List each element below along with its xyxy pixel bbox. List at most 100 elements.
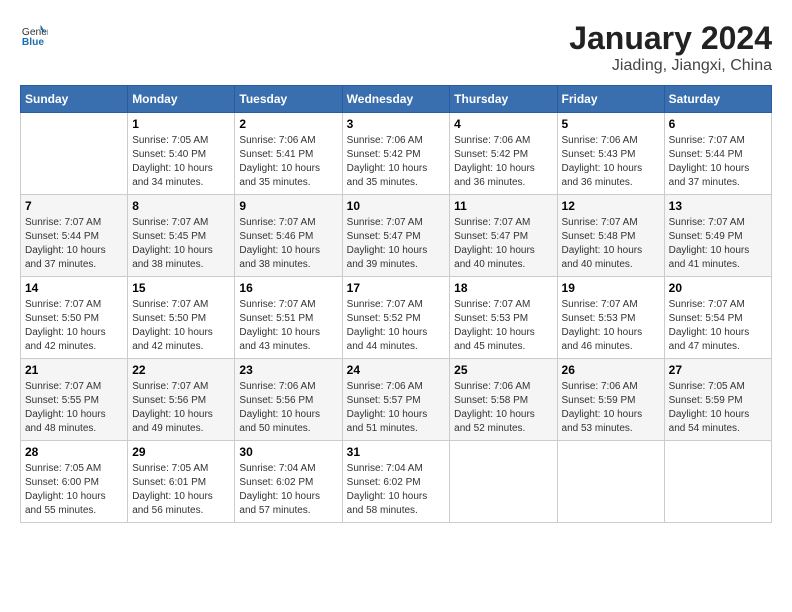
day-cell xyxy=(450,441,557,523)
day-number: 19 xyxy=(562,281,660,295)
day-info: Sunrise: 7:06 AMSunset: 5:43 PMDaylight:… xyxy=(562,134,660,190)
day-info: Sunrise: 7:07 AMSunset: 5:52 PMDaylight:… xyxy=(347,298,446,354)
day-cell xyxy=(557,441,664,523)
day-info: Sunrise: 7:06 AMSunset: 5:58 PMDaylight:… xyxy=(454,380,552,436)
day-cell: 18 Sunrise: 7:07 AMSunset: 5:53 PMDayligh… xyxy=(450,277,557,359)
day-info: Sunrise: 7:07 AMSunset: 5:45 PMDaylight:… xyxy=(132,216,230,272)
day-info: Sunrise: 7:07 AMSunset: 5:50 PMDaylight:… xyxy=(25,298,123,354)
day-info: Sunrise: 7:07 AMSunset: 5:48 PMDaylight:… xyxy=(562,216,660,272)
day-info: Sunrise: 7:07 AMSunset: 5:51 PMDaylight:… xyxy=(239,298,337,354)
day-number: 13 xyxy=(669,199,767,213)
day-info: Sunrise: 7:07 AMSunset: 5:49 PMDaylight:… xyxy=(669,216,767,272)
header-cell-wednesday: Wednesday xyxy=(342,86,450,113)
day-cell xyxy=(664,441,771,523)
day-cell xyxy=(21,113,128,195)
day-cell: 9 Sunrise: 7:07 AMSunset: 5:46 PMDaylight… xyxy=(235,195,342,277)
day-cell: 27 Sunrise: 7:05 AMSunset: 5:59 PMDayligh… xyxy=(664,359,771,441)
logo: General Blue xyxy=(20,20,48,48)
day-cell: 29 Sunrise: 7:05 AMSunset: 6:01 PMDayligh… xyxy=(128,441,235,523)
header-cell-monday: Monday xyxy=(128,86,235,113)
day-cell: 24 Sunrise: 7:06 AMSunset: 5:57 PMDayligh… xyxy=(342,359,450,441)
day-cell: 10Sunrise: 7:07 AMSunset: 5:47 PMDayligh… xyxy=(342,195,450,277)
day-cell: 26 Sunrise: 7:06 AMSunset: 5:59 PMDayligh… xyxy=(557,359,664,441)
day-cell: 14 Sunrise: 7:07 AMSunset: 5:50 PMDayligh… xyxy=(21,277,128,359)
day-number: 26 xyxy=(562,363,660,377)
day-cell: 13 Sunrise: 7:07 AMSunset: 5:49 PMDayligh… xyxy=(664,195,771,277)
day-number: 14 xyxy=(25,281,123,295)
day-number: 17 xyxy=(347,281,446,295)
day-cell: 22Sunrise: 7:07 AMSunset: 5:56 PMDayligh… xyxy=(128,359,235,441)
day-info: Sunrise: 7:07 AMSunset: 5:44 PMDaylight:… xyxy=(25,216,123,272)
day-cell: 30 Sunrise: 7:04 AMSunset: 6:02 PMDayligh… xyxy=(235,441,342,523)
title-block: January 2024 Jiading, Jiangxi, China xyxy=(569,20,772,75)
day-number: 7 xyxy=(25,199,123,213)
day-info: Sunrise: 7:06 AMSunset: 5:41 PMDaylight:… xyxy=(239,134,337,190)
day-cell: 23 Sunrise: 7:06 AMSunset: 5:56 PMDayligh… xyxy=(235,359,342,441)
day-number: 28 xyxy=(25,445,123,459)
day-info: Sunrise: 7:07 AMSunset: 5:44 PMDaylight:… xyxy=(669,134,767,190)
day-cell: 20 Sunrise: 7:07 AMSunset: 5:54 PMDayligh… xyxy=(664,277,771,359)
week-row-3: 14 Sunrise: 7:07 AMSunset: 5:50 PMDayligh… xyxy=(21,277,772,359)
day-info: Sunrise: 7:05 AMSunset: 5:40 PMDaylight:… xyxy=(132,134,230,190)
page-subtitle: Jiading, Jiangxi, China xyxy=(569,57,772,75)
day-info: Sunrise: 7:05 AMSunset: 5:59 PMDaylight:… xyxy=(669,380,767,436)
day-cell: 5 Sunrise: 7:06 AMSunset: 5:43 PMDaylight… xyxy=(557,113,664,195)
day-number: 5 xyxy=(562,117,660,131)
header-cell-saturday: Saturday xyxy=(664,86,771,113)
day-cell: 11 Sunrise: 7:07 AMSunset: 5:47 PMDayligh… xyxy=(450,195,557,277)
header-cell-tuesday: Tuesday xyxy=(235,86,342,113)
day-info: Sunrise: 7:06 AMSunset: 5:57 PMDaylight:… xyxy=(347,380,446,436)
day-cell: 31Sunrise: 7:04 AMSunset: 6:02 PMDayligh… xyxy=(342,441,450,523)
week-row-5: 28Sunrise: 7:05 AMSunset: 6:00 PMDayligh… xyxy=(21,441,772,523)
day-info: Sunrise: 7:07 AMSunset: 5:53 PMDaylight:… xyxy=(562,298,660,354)
day-info: Sunrise: 7:07 AMSunset: 5:50 PMDaylight:… xyxy=(132,298,230,354)
svg-text:Blue: Blue xyxy=(22,37,45,48)
day-number: 31 xyxy=(347,445,446,459)
calendar-table: SundayMondayTuesdayWednesdayThursdayFrid… xyxy=(20,85,772,523)
header-row: SundayMondayTuesdayWednesdayThursdayFrid… xyxy=(21,86,772,113)
day-number: 9 xyxy=(239,199,337,213)
day-info: Sunrise: 7:06 AMSunset: 5:42 PMDaylight:… xyxy=(454,134,552,190)
week-row-4: 21Sunrise: 7:07 AMSunset: 5:55 PMDayligh… xyxy=(21,359,772,441)
day-cell: 1 Sunrise: 7:05 AMSunset: 5:40 PMDaylight… xyxy=(128,113,235,195)
day-number: 23 xyxy=(239,363,337,377)
header-cell-thursday: Thursday xyxy=(450,86,557,113)
day-info: Sunrise: 7:07 AMSunset: 5:55 PMDaylight:… xyxy=(25,380,123,436)
day-info: Sunrise: 7:06 AMSunset: 5:59 PMDaylight:… xyxy=(562,380,660,436)
day-cell: 17 Sunrise: 7:07 AMSunset: 5:52 PMDayligh… xyxy=(342,277,450,359)
page-header: General Blue January 2024 Jiading, Jiang… xyxy=(20,20,772,75)
day-cell: 7 Sunrise: 7:07 AMSunset: 5:44 PMDaylight… xyxy=(21,195,128,277)
day-number: 20 xyxy=(669,281,767,295)
day-info: Sunrise: 7:07 AMSunset: 5:54 PMDaylight:… xyxy=(669,298,767,354)
day-info: Sunrise: 7:06 AMSunset: 5:56 PMDaylight:… xyxy=(239,380,337,436)
day-number: 27 xyxy=(669,363,767,377)
day-number: 8 xyxy=(132,199,230,213)
logo-icon: General Blue xyxy=(20,20,48,48)
day-number: 25 xyxy=(454,363,552,377)
day-cell: 3Sunrise: 7:06 AMSunset: 5:42 PMDaylight… xyxy=(342,113,450,195)
week-row-2: 7 Sunrise: 7:07 AMSunset: 5:44 PMDaylight… xyxy=(21,195,772,277)
page-title: January 2024 xyxy=(569,20,772,57)
day-info: Sunrise: 7:07 AMSunset: 5:46 PMDaylight:… xyxy=(239,216,337,272)
day-number: 6 xyxy=(669,117,767,131)
day-number: 10 xyxy=(347,199,446,213)
day-cell: 16 Sunrise: 7:07 AMSunset: 5:51 PMDayligh… xyxy=(235,277,342,359)
day-number: 1 xyxy=(132,117,230,131)
day-info: Sunrise: 7:04 AMSunset: 6:02 PMDaylight:… xyxy=(239,462,337,518)
header-cell-friday: Friday xyxy=(557,86,664,113)
day-cell: 12Sunrise: 7:07 AMSunset: 5:48 PMDayligh… xyxy=(557,195,664,277)
day-number: 11 xyxy=(454,199,552,213)
day-cell: 21Sunrise: 7:07 AMSunset: 5:55 PMDayligh… xyxy=(21,359,128,441)
day-info: Sunrise: 7:07 AMSunset: 5:53 PMDaylight:… xyxy=(454,298,552,354)
day-number: 16 xyxy=(239,281,337,295)
day-number: 24 xyxy=(347,363,446,377)
day-number: 4 xyxy=(454,117,552,131)
day-cell: 8 Sunrise: 7:07 AMSunset: 5:45 PMDaylight… xyxy=(128,195,235,277)
day-number: 29 xyxy=(132,445,230,459)
day-info: Sunrise: 7:07 AMSunset: 5:47 PMDaylight:… xyxy=(454,216,552,272)
day-cell: 28Sunrise: 7:05 AMSunset: 6:00 PMDayligh… xyxy=(21,441,128,523)
day-number: 30 xyxy=(239,445,337,459)
day-cell: 4 Sunrise: 7:06 AMSunset: 5:42 PMDaylight… xyxy=(450,113,557,195)
day-info: Sunrise: 7:05 AMSunset: 6:01 PMDaylight:… xyxy=(132,462,230,518)
day-number: 18 xyxy=(454,281,552,295)
